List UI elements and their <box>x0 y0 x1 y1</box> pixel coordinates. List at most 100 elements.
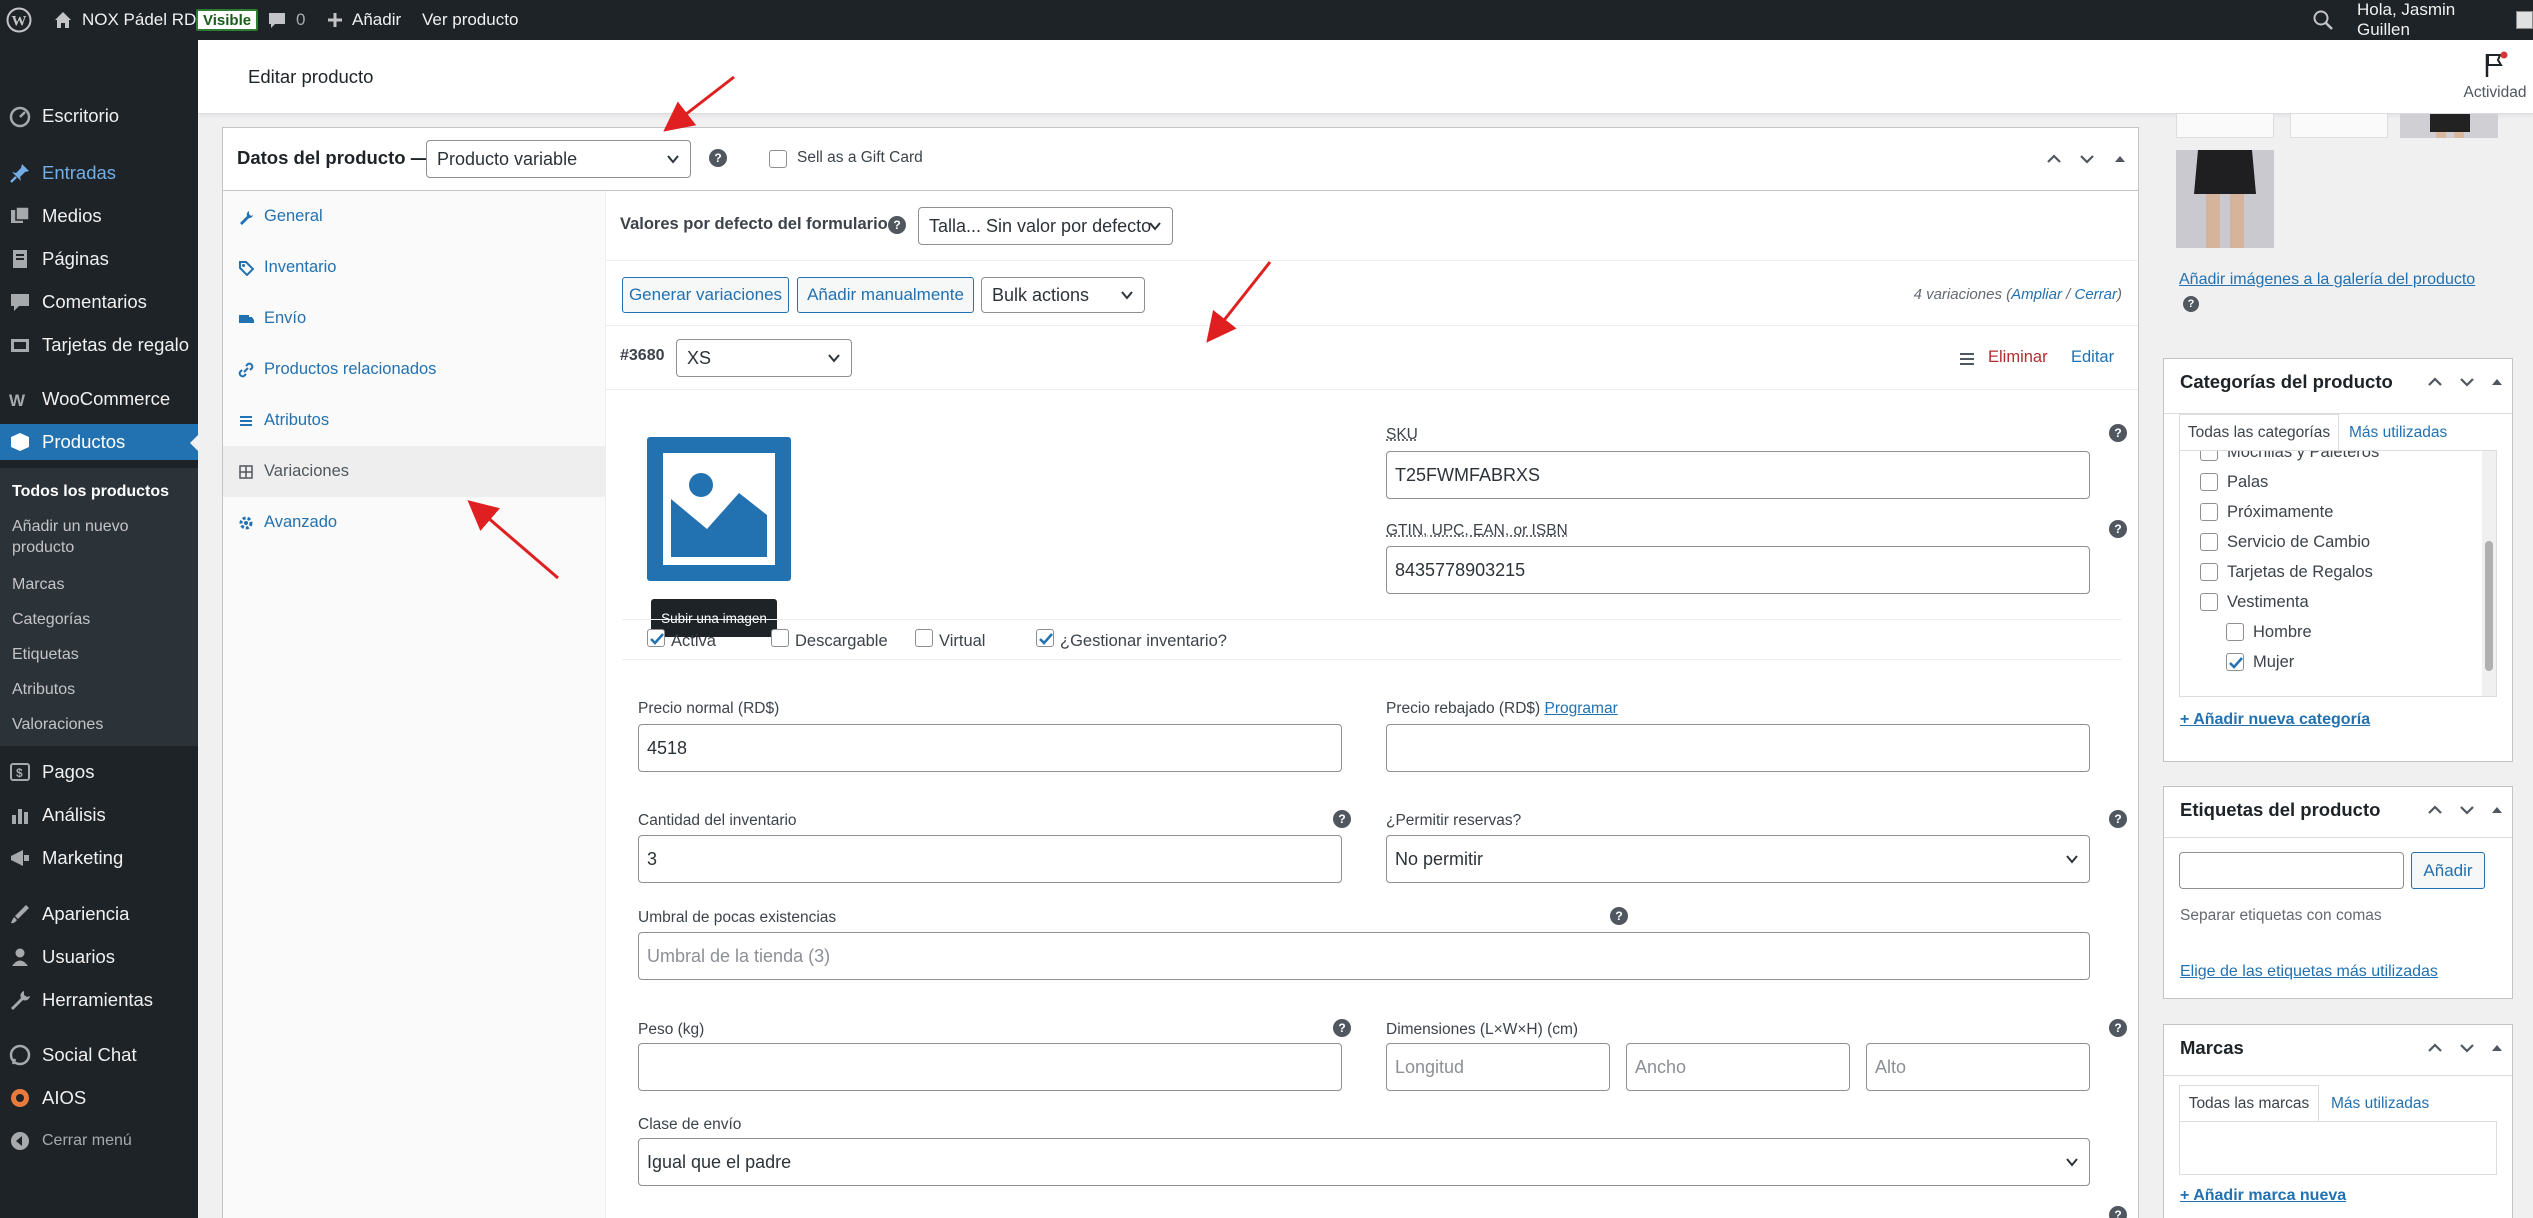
move-down-icon[interactable] <box>2456 371 2478 393</box>
tab-most-used-brands[interactable]: Más utilizadas <box>2331 1095 2429 1113</box>
submenu-item[interactable]: Etiquetas <box>12 644 192 665</box>
tab-avanzado[interactable]: Avanzado <box>223 497 605 548</box>
sidebar-item-páginas[interactable]: Páginas <box>0 241 198 277</box>
collapse-toggle-icon[interactable] <box>2109 148 2131 170</box>
sidebar-item-comentarios[interactable]: Comentarios <box>0 284 198 320</box>
gallery-thumb[interactable] <box>2400 114 2498 138</box>
category-checkbox[interactable] <box>2200 533 2218 551</box>
help-icon[interactable]: ? <box>1333 1019 1351 1037</box>
sidebar-item-woocommerce[interactable]: W WooCommerce <box>0 381 198 417</box>
sidebar-item-tarjetas-de-regalo[interactable]: Tarjetas de regalo <box>0 327 198 363</box>
close-link[interactable]: Cerrar <box>2074 286 2117 303</box>
tab-variaciones[interactable]: Variaciones <box>223 446 605 497</box>
sale-price-input[interactable] <box>1386 724 2090 772</box>
stock-qty-input[interactable]: 3 <box>638 835 1342 883</box>
shipping-class-select[interactable]: Igual que el padre <box>638 1138 2090 1186</box>
sidebar-item-apariencia[interactable]: Apariencia <box>0 896 198 932</box>
submenu-item[interactable]: Categorías <box>12 609 192 630</box>
tags-input[interactable] <box>2179 852 2404 889</box>
sidebar-item-usuarios[interactable]: Usuarios <box>0 939 198 975</box>
tab-envío[interactable]: Envío <box>223 293 605 344</box>
generate-variations-button[interactable]: Generar variaciones <box>622 277 789 313</box>
comments-link[interactable]: 0 <box>266 0 305 40</box>
backorders-select[interactable]: No permitir <box>1386 835 2090 883</box>
add-new-link[interactable]: Añadir <box>326 0 401 40</box>
add-brand-link[interactable]: + Añadir marca nueva <box>2180 1187 2346 1205</box>
sidebar-item-análisis[interactable]: Análisis <box>0 797 198 833</box>
sidebar-item-pagos[interactable]: $ Pagos <box>0 754 198 790</box>
move-up-icon[interactable] <box>2424 799 2446 821</box>
gallery-thumb[interactable] <box>2290 114 2388 138</box>
category-checkbox[interactable] <box>2200 451 2218 461</box>
help-icon[interactable]: ? <box>709 149 727 167</box>
my-account-link[interactable]: Hola, Jasmin Guillen <box>2357 0 2533 40</box>
category-checkbox[interactable] <box>2226 623 2244 641</box>
add-manually-button[interactable]: Añadir manualmente <box>797 277 974 313</box>
help-icon[interactable]: ? <box>2109 424 2127 442</box>
sidebar-item-medios[interactable]: Medios <box>0 198 198 234</box>
tab-general[interactable]: General <box>223 191 605 242</box>
variation-size-select[interactable]: XS <box>676 339 852 377</box>
site-name-link[interactable]: NOX Pádel RD <box>52 0 196 40</box>
sidebar-item-escritorio[interactable]: Escritorio <box>0 98 198 134</box>
activity-button[interactable]: Actividad <box>2458 50 2532 102</box>
help-icon[interactable]: ? <box>2109 1019 2127 1037</box>
submenu-item[interactable]: Atributos <box>12 679 192 700</box>
move-up-icon[interactable] <box>2424 371 2446 393</box>
collapse-toggle-icon[interactable] <box>2486 371 2508 393</box>
sidebar-item-aios[interactable]: AIOS <box>0 1080 198 1116</box>
edit-variation-link[interactable]: Editar <box>2071 348 2114 367</box>
length-input[interactable]: Longitud <box>1386 1043 1610 1091</box>
variation-header[interactable]: #3680 XS Eliminar Editar <box>606 326 2138 390</box>
add-category-link[interactable]: + Añadir nueva categoría <box>2180 711 2370 729</box>
gallery-thumb[interactable] <box>2176 114 2274 138</box>
help-icon[interactable]: ? <box>888 216 906 234</box>
checkbox-1[interactable] <box>647 629 665 647</box>
search-icon[interactable] <box>2312 0 2334 40</box>
gallery-image-skirt[interactable] <box>2176 150 2274 248</box>
help-icon[interactable]: ? <box>1610 907 1628 925</box>
product-type-select[interactable]: Producto variable <box>426 140 691 178</box>
help-icon[interactable]: ? <box>2183 295 2199 312</box>
sidebar-item-social-chat[interactable]: Social Chat <box>0 1037 198 1073</box>
help-icon[interactable]: ? <box>2109 1206 2127 1218</box>
weight-input[interactable] <box>638 1043 1342 1091</box>
checkbox-3[interactable] <box>915 629 933 647</box>
drag-handle-icon[interactable] <box>1958 350 1976 368</box>
collapse-toggle-icon[interactable] <box>2486 1037 2508 1059</box>
delete-variation-link[interactable]: Eliminar <box>1988 348 2048 367</box>
category-checkbox[interactable] <box>2200 503 2218 521</box>
help-icon[interactable]: ? <box>2109 810 2127 828</box>
checkbox-4[interactable] <box>1036 629 1054 647</box>
tab-atributos[interactable]: Atributos <box>223 395 605 446</box>
move-up-icon[interactable] <box>2424 1037 2446 1059</box>
category-checkbox[interactable] <box>2226 653 2244 671</box>
view-product-link[interactable]: Ver producto <box>422 0 518 40</box>
gtin-input[interactable]: 8435778903215 <box>1386 546 2090 594</box>
sidebar-item-herramientas[interactable]: Herramientas <box>0 982 198 1018</box>
checkbox-2[interactable] <box>771 629 789 647</box>
category-checkbox[interactable] <box>2200 593 2218 611</box>
move-down-icon[interactable] <box>2456 1037 2478 1059</box>
width-input[interactable]: Ancho <box>1626 1043 1850 1091</box>
move-up-icon[interactable] <box>2043 148 2065 170</box>
gift-card-checkbox[interactable] <box>769 150 787 168</box>
category-checkbox[interactable] <box>2200 473 2218 491</box>
sku-input[interactable]: T25FWMFABRXS <box>1386 451 2090 499</box>
add-tag-button[interactable]: Añadir <box>2411 852 2485 889</box>
tab-most-used-categories[interactable]: Más utilizadas <box>2349 424 2447 442</box>
scrollbar[interactable] <box>2482 451 2496 696</box>
submenu-item[interactable]: Añadir un nuevo producto <box>12 516 192 558</box>
add-gallery-images-link[interactable]: Añadir imágenes a la galería del product… <box>2179 268 2499 316</box>
sidebar-item-productos[interactable]: Productos <box>0 424 198 460</box>
help-icon[interactable]: ? <box>1333 810 1351 828</box>
sidebar-item-entradas[interactable]: Entradas <box>0 155 198 191</box>
help-icon[interactable]: ? <box>2109 520 2127 538</box>
regular-price-input[interactable]: 4518 <box>638 724 1342 772</box>
submenu-item[interactable]: Todos los productos <box>12 481 192 502</box>
sidebar-item-cerrar-menú[interactable]: Cerrar menú <box>0 1123 198 1159</box>
tab-all-categories[interactable]: Todas las categorías <box>2179 414 2339 451</box>
submenu-item[interactable]: Valoraciones <box>12 714 192 735</box>
height-input[interactable]: Alto <box>1866 1043 2090 1091</box>
expand-link[interactable]: Ampliar <box>2011 286 2062 303</box>
